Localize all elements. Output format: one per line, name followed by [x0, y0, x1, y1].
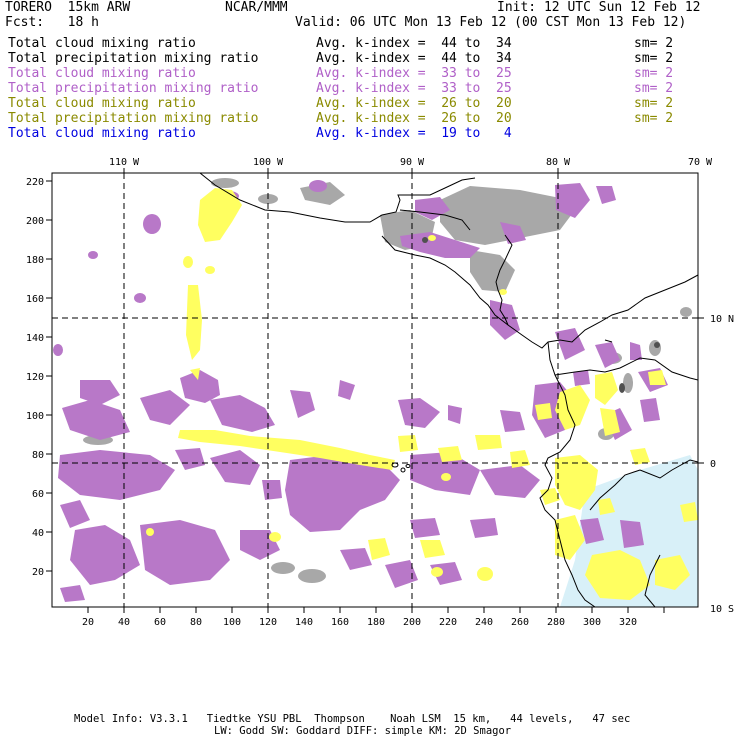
lat-label: 0	[710, 459, 716, 470]
y-axis-ticks	[46, 180, 52, 572]
lon-label: 110 W	[109, 157, 140, 168]
y-tick-label: 40	[32, 528, 44, 539]
data-layer	[52, 173, 698, 607]
y-tick-label: 120	[26, 372, 44, 383]
x-tick-label: 320	[619, 617, 637, 628]
lat-label: 10 S	[710, 604, 734, 615]
lon-label: 80 W	[546, 157, 571, 168]
y-tick-label: 200	[26, 216, 44, 227]
lon-label: 100 W	[253, 157, 284, 168]
x-tick-label: 200	[403, 617, 421, 628]
y-tick-label: 20	[32, 567, 44, 578]
y-tick-label: 160	[26, 294, 44, 305]
x-tick-label: 300	[583, 617, 601, 628]
model-info: Model Info: V3.3.1 Tiedtke YSU PBL Thomp…	[74, 713, 631, 725]
x-tick-label: 100	[223, 617, 241, 628]
x-tick-label: 40	[118, 617, 130, 628]
physics-info: LW: Godd SW: Goddard DIFF: simple KM: 2D…	[214, 725, 512, 737]
lon-label: 90 W	[400, 157, 425, 168]
y-tick-label: 100	[26, 411, 44, 422]
islands	[391, 462, 411, 473]
dark-cloud-spots	[422, 237, 660, 393]
lon-label: 70 W	[688, 157, 713, 168]
x-tick-label: 160	[331, 617, 349, 628]
forecast-map: 110 W 100 W 90 W 80 W 70 W 10 N 0 10 S 2…	[26, 157, 734, 628]
y-tick-label: 180	[26, 255, 44, 266]
x-axis-ticks	[87, 607, 665, 613]
x-tick-label: 60	[154, 617, 166, 628]
x-tick-label: 20	[82, 617, 94, 628]
y-tick-label: 140	[26, 333, 44, 344]
lat-label: 10 N	[710, 314, 734, 325]
y-tick-label: 80	[32, 450, 44, 461]
y-tick-label: 220	[26, 177, 44, 188]
x-tick-label: 180	[367, 617, 385, 628]
x-tick-label: 120	[259, 617, 277, 628]
x-tick-label: 80	[190, 617, 202, 628]
x-tick-label: 260	[511, 617, 529, 628]
x-tick-label: 140	[295, 617, 313, 628]
x-tick-label: 220	[439, 617, 457, 628]
x-tick-label: 240	[475, 617, 493, 628]
y-tick-labels: 220 200 180 160 140 120 100 80 60 40 20	[26, 177, 44, 578]
x-tick-label: 280	[547, 617, 565, 628]
x-tick-labels: 20 40 60 80 100 120 140 160 180 200 220 …	[82, 617, 637, 628]
y-tick-label: 60	[32, 489, 44, 500]
